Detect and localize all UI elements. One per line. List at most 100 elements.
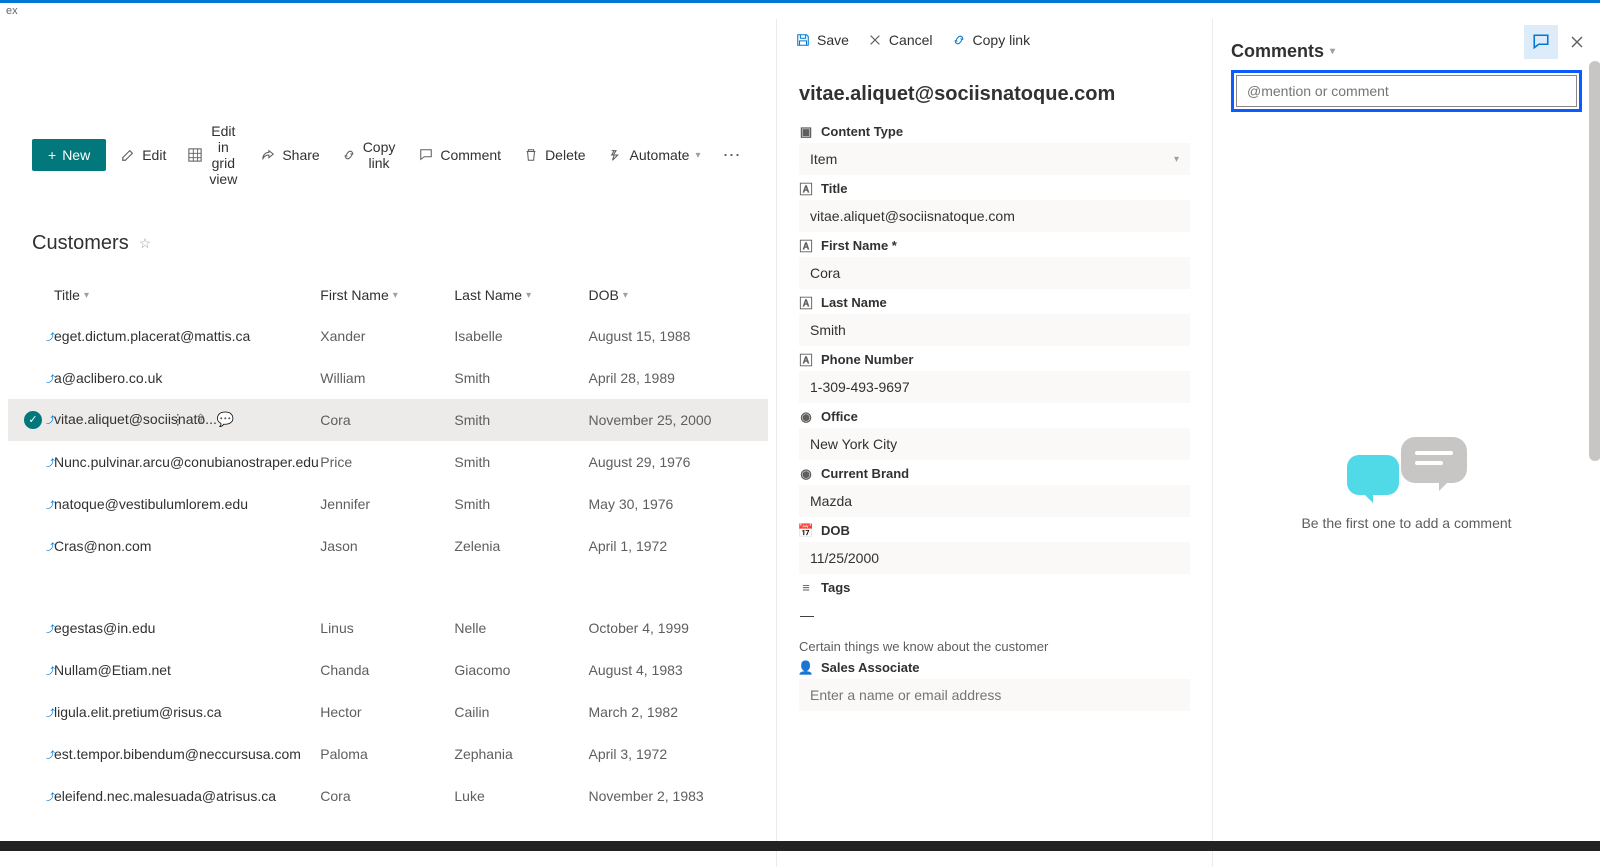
office-label: Office	[821, 409, 858, 424]
cell-lastname: Giacomo	[454, 662, 588, 678]
lastname-input[interactable]	[799, 314, 1190, 346]
row-comment-icon[interactable]: 💬	[216, 411, 233, 428]
title-input[interactable]	[799, 200, 1190, 232]
list-area: + New Edit Edit in grid view Share Copy …	[0, 19, 776, 867]
cell-dob: August 29, 1976	[589, 454, 745, 470]
table-row[interactable]: ⤴Nullam@Etiam.net ChandaGiacomoAugust 4,…	[8, 649, 768, 691]
dob-input[interactable]	[799, 542, 1190, 574]
cell-firstname: Linus	[320, 620, 454, 636]
table-row[interactable]: ⤴Nunc.pulvinar.arcu@conubianostraper.edu…	[8, 441, 768, 483]
table-row[interactable]: ⤴eget.dictum.placerat@mattis.ca XanderIs…	[8, 315, 768, 357]
cell-lastname: Smith	[454, 496, 588, 512]
panel-copylink-button[interactable]: Copy link	[943, 26, 1039, 54]
cancel-button[interactable]: Cancel	[859, 26, 941, 54]
phone-input[interactable]	[799, 371, 1190, 403]
copylink-button[interactable]: Copy link	[334, 133, 405, 177]
favorite-star-icon[interactable]: ☆	[139, 235, 152, 252]
content-type-select[interactable]: Item▾	[799, 143, 1190, 175]
chevron-down-icon: ▾	[695, 150, 700, 161]
comment-icon	[418, 147, 434, 163]
table-row[interactable]: ⤴est.tempor.bibendum@neccursusa.com Palo…	[8, 733, 768, 775]
tags-value[interactable]: —	[799, 599, 1190, 631]
cell-firstname: William	[320, 370, 454, 386]
item-indicator-icon: ⤴	[46, 790, 55, 803]
cell-lastname: Cailin	[454, 704, 588, 720]
office-input[interactable]	[799, 428, 1190, 460]
cell-dob: May 30, 1976	[589, 496, 745, 512]
cell-lastname: Luke	[454, 788, 588, 804]
cell-firstname: Hector	[320, 704, 454, 720]
col-firstname[interactable]: First Name▾	[320, 287, 454, 303]
automate-button[interactable]: Automate▾	[600, 141, 709, 169]
grid-label: Edit in grid view	[208, 123, 238, 187]
link-icon	[342, 147, 356, 163]
content-type-icon: ▣	[799, 125, 813, 139]
command-bar: + New Edit Edit in grid view Share Copy …	[8, 109, 768, 202]
row-selected-check-icon[interactable]: ✓	[24, 411, 42, 429]
row-share-icon[interactable]: ⇪	[195, 411, 207, 428]
share-label: Share	[282, 147, 319, 163]
trash-icon	[523, 147, 539, 163]
table-row[interactable]: ⤴natoque@vestibulumlorem.edu JenniferSmi…	[8, 483, 768, 525]
chevron-down-icon: ▾	[393, 290, 398, 301]
cell-lastname: Zephania	[454, 746, 588, 762]
cell-dob: August 15, 1988	[589, 328, 745, 344]
cell-title[interactable]: ⤴Nunc.pulvinar.arcu@conubianostraper.edu	[54, 454, 320, 470]
table-row[interactable]: ✓⤴vitae.aliquet@sociisnato... ⋮ ⇪ 💬CoraS…	[8, 399, 768, 441]
table-row[interactable]: ⤴ligula.elit.pretium@risus.ca HectorCail…	[8, 691, 768, 733]
browser-tab-fragment: ex	[0, 3, 1600, 19]
cell-title[interactable]: ⤴eleifend.nec.malesuada@atrisus.ca	[54, 788, 320, 804]
cell-title[interactable]: ⤴Cras@non.com	[54, 538, 320, 554]
plus-icon: +	[48, 147, 56, 163]
table-row[interactable]: ⤴Cras@non.com JasonZeleniaApril 1, 1972	[8, 525, 768, 567]
cell-dob: April 28, 1989	[589, 370, 745, 386]
cell-title[interactable]: ⤴Nullam@Etiam.net	[54, 662, 320, 678]
table-row[interactable]: ⤴eleifend.nec.malesuada@atrisus.ca CoraL…	[8, 775, 768, 817]
share-button[interactable]: Share	[252, 141, 327, 169]
save-icon	[795, 32, 811, 48]
col-title-label: Title	[54, 287, 80, 303]
edit-button[interactable]: Edit	[112, 141, 174, 169]
row-more-icon[interactable]: ⋮	[171, 411, 185, 428]
toggle-comments-button[interactable]	[1524, 25, 1558, 59]
salesassoc-input[interactable]	[799, 679, 1190, 711]
phone-label: Phone Number	[821, 352, 913, 367]
cell-firstname: Price	[320, 454, 454, 470]
item-title: vitae.aliquet@sociisnatoque.com	[799, 83, 1190, 106]
cancel-label: Cancel	[889, 32, 933, 48]
cell-title[interactable]: ⤴a@aclibero.co.uk	[54, 370, 320, 386]
brand-input[interactable]	[799, 485, 1190, 517]
cell-title[interactable]: ⤴natoque@vestibulumlorem.edu	[54, 496, 320, 512]
table-row[interactable]: ⤴egestas@in.edu LinusNelleOctober 4, 199…	[8, 607, 768, 649]
cell-title[interactable]: ⤴eget.dictum.placerat@mattis.ca	[54, 328, 320, 344]
tags-icon: ≡	[799, 581, 813, 595]
comment-input[interactable]	[1236, 75, 1577, 107]
save-button[interactable]: Save	[787, 26, 857, 54]
chevron-down-icon[interactable]: ▾	[1330, 46, 1335, 57]
salesassoc-label: Sales Associate	[821, 660, 920, 675]
new-button[interactable]: + New	[32, 139, 106, 171]
comment-input-highlight	[1231, 70, 1582, 112]
cell-title[interactable]: ⤴vitae.aliquet@sociisnato... ⋮ ⇪ 💬	[54, 411, 320, 428]
cell-title[interactable]: ⤴est.tempor.bibendum@neccursusa.com	[54, 746, 320, 762]
comment-button[interactable]: Comment	[410, 141, 509, 169]
overflow-button[interactable]: ⋯	[715, 141, 749, 170]
chevron-down-icon: ▾	[1174, 154, 1179, 165]
item-indicator-icon: ⤴	[46, 540, 55, 553]
column-headers: Title▾ First Name▾ Last Name▾ DOB▾	[8, 273, 768, 315]
cell-title[interactable]: ⤴ligula.elit.pretium@risus.ca	[54, 704, 320, 720]
grid-button[interactable]: Edit in grid view	[180, 117, 246, 193]
cell-firstname: Paloma	[320, 746, 454, 762]
firstname-input[interactable]	[799, 257, 1190, 289]
item-indicator-icon: ⤴	[46, 664, 55, 677]
table-row[interactable]: ⤴a@aclibero.co.uk WilliamSmithApril 28, …	[8, 357, 768, 399]
col-lastname[interactable]: Last Name▾	[454, 287, 588, 303]
delete-button[interactable]: Delete	[515, 141, 593, 169]
comments-heading: Comments	[1231, 41, 1324, 62]
scrollbar[interactable]	[1589, 61, 1600, 867]
close-panel-button[interactable]	[1560, 25, 1594, 59]
calendar-icon: 📅	[799, 524, 813, 538]
cell-title[interactable]: ⤴egestas@in.edu	[54, 620, 320, 636]
col-title[interactable]: Title▾	[54, 287, 320, 303]
col-dob[interactable]: DOB▾	[589, 287, 745, 303]
